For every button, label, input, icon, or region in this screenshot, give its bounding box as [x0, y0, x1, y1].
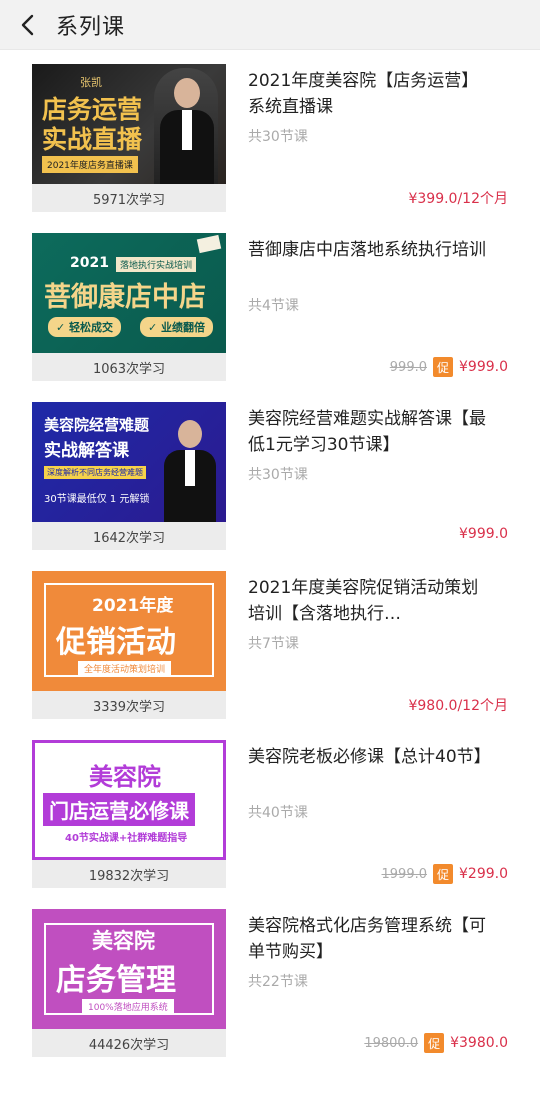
course-thumbnail[interactable]: 2021 落地执行实战培训 菩御康店中店 ✓ 轻松成交 ✓ 业绩翻倍: [32, 233, 226, 353]
book-icon: [196, 234, 222, 254]
thumb-tag: 40节实战课+社群难题指导: [65, 833, 188, 844]
thumb-tag: 100%落地应用系统: [82, 999, 174, 1014]
promo-badge: 促: [424, 1033, 445, 1053]
course-thumbnail[interactable]: 美容院 门店运营必修课 40节实战课+社群难题指导: [32, 740, 226, 860]
price-area: ¥999.0: [459, 526, 508, 542]
course-item[interactable]: 张凯 店务运营 实战直播 2021年度店务直播课 5971次学习 2021年度美…: [0, 64, 540, 233]
thumb-line-1: 美容院经营难题: [44, 416, 150, 434]
course-thumbnail[interactable]: 美容院 店务管理 100%落地应用系统: [32, 909, 226, 1029]
presenter-photo: [154, 68, 218, 184]
lesson-count: 共40节课: [248, 805, 308, 821]
course-item[interactable]: 美容院经营难题 实战解答课 深度解析不同店务经营难题 30节课最低仅 1 元解锁…: [0, 402, 540, 571]
thumb-tag: 深度解析不同店务经营难题: [44, 466, 146, 479]
price: ¥299.0: [459, 866, 508, 882]
course-title[interactable]: 2021年度美容院促销活动策划培训【含落地执行…: [248, 575, 488, 627]
price-area: ¥399.0/12个月: [408, 188, 508, 208]
course-title[interactable]: 美容院格式化店务管理系统【可单节购买】: [248, 913, 488, 965]
thumb-main: 门店运营必修课: [43, 793, 195, 826]
course-title[interactable]: 美容院经营难题实战解答课【最低1元学习30节课】: [248, 406, 488, 458]
thumb-main: 促销活动: [56, 625, 176, 660]
presenter-name: 张凯: [80, 76, 102, 89]
learner-count: 19832次学习: [32, 860, 226, 888]
thumb-pill-1: ✓ 轻松成交: [48, 317, 122, 337]
thumb-top: 美容院: [89, 763, 161, 791]
thumb-year: 2021: [70, 255, 109, 271]
promo-badge: 促: [433, 864, 453, 884]
back-button[interactable]: [8, 0, 48, 50]
course-item[interactable]: 2021年度 促销活动 全年度活动策划培训 3339次学习 2021年度美容院促…: [0, 571, 540, 740]
price: ¥399.0/12个月: [408, 191, 508, 207]
course-thumbnail[interactable]: 2021年度 促销活动 全年度活动策划培训: [32, 571, 226, 691]
thumb-year: 2021年度: [88, 591, 178, 616]
lesson-count: 共7节课: [248, 636, 299, 652]
lesson-count: 共30节课: [248, 129, 308, 145]
course-thumbnail[interactable]: 美容院经营难题 实战解答课 深度解析不同店务经营难题 30节课最低仅 1 元解锁: [32, 402, 226, 522]
price: ¥980.0/12个月: [408, 698, 508, 714]
course-thumbnail[interactable]: 张凯 店务运营 实战直播 2021年度店务直播课: [32, 64, 226, 184]
price: ¥3980.0: [450, 1035, 508, 1051]
thumb-line-2: 实战解答课: [44, 441, 129, 461]
course-title[interactable]: 菩御康店中店落地系统执行培训: [248, 237, 488, 263]
price-area: 999.0 促 ¥999.0: [390, 357, 508, 377]
price: ¥999.0: [459, 359, 508, 375]
original-price: 19800.0: [364, 1035, 419, 1051]
learner-count: 44426次学习: [32, 1029, 226, 1057]
learner-count: 5971次学习: [32, 184, 226, 212]
page-title: 系列课: [56, 14, 126, 40]
original-price: 999.0: [389, 359, 427, 375]
lesson-count: 共22节课: [248, 974, 308, 990]
thumb-main: 店务管理: [56, 963, 176, 998]
course-title[interactable]: 2021年度美容院【店务运营】系统直播课: [248, 68, 488, 120]
price-area: 1999.0 促 ¥299.0: [381, 864, 508, 884]
price-area: 19800.0 促 ¥3980.0: [364, 1033, 508, 1053]
thumb-tag: 2021年度店务直播课: [42, 156, 138, 173]
chevron-left-icon: [21, 14, 34, 35]
course-item[interactable]: 美容院 店务管理 100%落地应用系统 44426次学习 美容院格式化店务管理系…: [0, 909, 540, 1078]
price: ¥999.0: [459, 526, 508, 542]
course-title[interactable]: 美容院老板必修课【总计40节】: [248, 744, 488, 770]
learner-count: 1063次学习: [32, 353, 226, 381]
thumb-pill-2: ✓ 业绩翻倍: [140, 317, 214, 337]
lesson-count: 共4节课: [248, 298, 299, 314]
thumb-top: 美容院: [88, 925, 159, 955]
thumb-ribbon: 落地执行实战培训: [116, 257, 197, 272]
price-area: ¥980.0/12个月: [408, 695, 508, 715]
thumb-tag: 全年度活动策划培训: [78, 661, 172, 676]
course-item[interactable]: 美容院 门店运营必修课 40节实战课+社群难题指导 19832次学习 美容院老板…: [0, 740, 540, 909]
lesson-count: 共30节课: [248, 467, 308, 483]
course-item[interactable]: 2021 落地执行实战培训 菩御康店中店 ✓ 轻松成交 ✓ 业绩翻倍 1063次…: [0, 233, 540, 402]
learner-count: 3339次学习: [32, 691, 226, 719]
original-price: 1999.0: [381, 866, 428, 882]
thumb-line-2: 实战直播: [42, 125, 143, 154]
thumb-main: 菩御康店中店: [44, 282, 206, 313]
thumb-bottom: 30节课最低仅 1 元解锁: [44, 494, 150, 505]
learner-count: 1642次学习: [32, 522, 226, 550]
presenter-photo: [162, 416, 218, 522]
top-bar: 系列课: [0, 0, 540, 50]
promo-badge: 促: [433, 357, 453, 377]
